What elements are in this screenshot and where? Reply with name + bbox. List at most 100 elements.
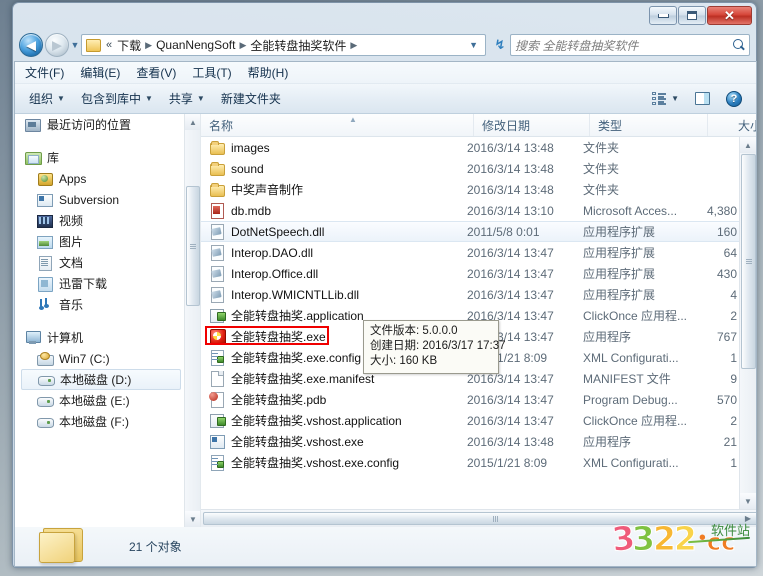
sidebar-item-11[interactable]: 本地磁盘 (D:): [21, 369, 181, 390]
sidebar-item-1[interactable]: 库: [15, 147, 185, 168]
help-button[interactable]: ?: [718, 88, 750, 110]
include-in-library-button[interactable]: 包含到库中 ▼: [73, 87, 161, 110]
minimize-button[interactable]: [649, 6, 677, 25]
column-header-name[interactable]: 名称: [201, 114, 474, 136]
table-row[interactable]: 全能转盘抽奖.vshost.application 2016/3/14 13:47…: [201, 410, 739, 431]
watermark-digit-4: 2: [673, 519, 697, 558]
menu-view[interactable]: 查看(V): [136, 64, 176, 81]
folder-icon: [209, 140, 225, 155]
explorer-window: ✕ ◀ ▶ ▼ « 下载 ▶ QuanNengSoft ▶ 全能转盘抽奖软件 ▶…: [12, 2, 757, 568]
chevron-down-icon: ▼: [57, 94, 65, 103]
sidebar-item-7[interactable]: 迅雷下载: [15, 273, 185, 294]
file-list-scroll-thumb[interactable]: [741, 154, 756, 369]
navigation-scroll-thumb[interactable]: [186, 186, 200, 306]
chevron-right-icon[interactable]: ▶: [144, 40, 153, 51]
search-box[interactable]: 搜索 全能转盘抽奖软件: [510, 34, 750, 56]
folder-icon: [209, 182, 225, 197]
table-row[interactable]: Interop.DAO.dll 2016/3/14 13:47 应用程序扩展 64: [201, 242, 739, 263]
watermark-digit-3: 2: [652, 519, 676, 558]
scroll-down-arrow-icon[interactable]: ▼: [740, 493, 756, 509]
tooltip-size: 大小: 160 KB: [370, 355, 438, 367]
file-date: 2016/3/14 13:47: [467, 392, 554, 407]
menu-edit[interactable]: 编辑(E): [80, 64, 120, 81]
table-row[interactable]: Interop.WMICNTLLib.dll 2016/3/14 13:47 应用程…: [201, 284, 739, 305]
scroll-up-arrow-icon[interactable]: ▲: [185, 114, 200, 130]
sidebar-item-13[interactable]: 本地磁盘 (F:): [15, 411, 185, 432]
scroll-down-arrow-icon[interactable]: ▼: [185, 511, 200, 527]
sidebar-item-10[interactable]: Win7 (C:): [15, 348, 185, 369]
file-name: 全能转盘抽奖.vshost.exe: [231, 435, 364, 449]
breadcrumb-item-current[interactable]: 全能转盘抽奖软件: [247, 36, 349, 55]
refresh-button[interactable]: ↯: [490, 37, 510, 53]
computer-icon: [25, 330, 41, 345]
organize-button[interactable]: 组织 ▼: [21, 87, 73, 110]
preview-pane-button[interactable]: [687, 89, 718, 108]
file-date: 2016/3/14 13:47: [467, 266, 554, 281]
music-library-icon: [37, 298, 53, 312]
navigation-scrollbar[interactable]: ▲ ▼: [184, 114, 200, 527]
sidebar-item-label: 文档: [59, 256, 84, 270]
minimize-icon: [657, 13, 669, 18]
forward-button[interactable]: ▶: [45, 33, 69, 57]
scroll-up-arrow-icon[interactable]: ▲: [740, 137, 756, 153]
chevron-right-icon[interactable]: ▶: [238, 40, 247, 51]
sort-ascending-icon: ▲: [349, 115, 357, 124]
menu-file[interactable]: 文件(F): [25, 64, 64, 81]
dll-icon: [209, 224, 225, 240]
back-button[interactable]: ◀: [19, 33, 43, 57]
view-mode-button[interactable]: ▼: [644, 89, 687, 108]
maximize-button[interactable]: [678, 6, 706, 25]
sidebar-item-label: 本地磁盘 (E:): [59, 394, 130, 408]
sidebar-item-label: Apps: [59, 171, 87, 186]
desktop-background: ✕ ◀ ▶ ▼ « 下载 ▶ QuanNengSoft ▶ 全能转盘抽奖软件 ▶…: [0, 0, 763, 576]
breadcrumb-item-downloads[interactable]: 下载: [114, 36, 144, 55]
file-type: 文件夹: [583, 162, 620, 176]
table-row[interactable]: Interop.Office.dll 2016/3/14 13:47 应用程序扩展 4…: [201, 263, 739, 284]
file-type: 应用程序扩展: [583, 225, 656, 239]
recent-places-icon: [25, 118, 41, 132]
navigation-pane: 最近访问的位置库 Apps Subversion 视频 图片文档迅雷下载 音乐计算机 Win…: [15, 114, 201, 527]
table-row[interactable]: images 2016/3/14 13:48 文件夹: [201, 137, 739, 158]
sidebar-item-5[interactable]: 图片: [15, 231, 185, 252]
file-info-tooltip: 文件版本: 5.0.0.0 创建日期: 2016/3/17 17:37 大小: …: [363, 320, 506, 374]
file-name-cell: DotNetSpeech.dll: [201, 224, 467, 240]
address-bar[interactable]: « 下载 ▶ QuanNengSoft ▶ 全能转盘抽奖软件 ▶ ▼: [81, 34, 486, 56]
new-folder-button[interactable]: 新建文件夹: [213, 87, 289, 110]
file-name-cell: 全能转盘抽奖.vshost.exe: [201, 433, 467, 450]
table-row[interactable]: 全能转盘抽奖.pdb 2016/3/14 13:47 Program Debug..…: [201, 389, 739, 410]
sidebar-item-3[interactable]: Subversion: [15, 189, 185, 210]
table-row[interactable]: 中奖声音制作 2016/3/14 13:48 文件夹: [201, 179, 739, 200]
share-button[interactable]: 共享 ▼: [161, 87, 213, 110]
table-row[interactable]: 全能转盘抽奖.vshost.exe.config 2015/1/21 8:09 XM…: [201, 452, 739, 473]
file-list-scrollbar[interactable]: ▲ ▼: [739, 137, 756, 509]
table-row[interactable]: DotNetSpeech.dll 2011/5/8 0:01 应用程序扩展 160: [201, 221, 739, 242]
menu-tools[interactable]: 工具(T): [192, 64, 231, 81]
file-date: 2016/3/14 13:47: [467, 245, 554, 260]
table-row[interactable]: sound 2016/3/14 13:48 文件夹: [201, 158, 739, 179]
breadcrumb-overflow[interactable]: «: [104, 39, 114, 51]
title-bar[interactable]: ✕: [13, 3, 758, 29]
menu-help[interactable]: 帮助(H): [248, 64, 289, 81]
sidebar-item-6[interactable]: 文档: [15, 252, 185, 273]
column-header-date[interactable]: 修改日期: [474, 114, 590, 136]
recent-pages-dropdown[interactable]: ▼: [69, 40, 81, 50]
table-row[interactable]: db.mdb 2016/3/14 13:10 Microsoft Acces... 4…: [201, 200, 739, 221]
sidebar-item-0[interactable]: 最近访问的位置: [15, 114, 185, 135]
search-icon: [732, 38, 745, 52]
search-input[interactable]: 搜索 全能转盘抽奖软件: [515, 37, 732, 54]
sidebar-item-2[interactable]: Apps: [15, 168, 185, 189]
column-header-type[interactable]: 类型: [590, 114, 708, 136]
table-row[interactable]: 全能转盘抽奖.vshost.exe 2016/3/14 13:48 应用程序 21: [201, 431, 739, 452]
chevron-right-icon[interactable]: ▶: [349, 40, 358, 51]
column-header-size[interactable]: 大小: [708, 114, 756, 136]
breadcrumb-item-quannengsoft[interactable]: QuanNengSoft: [153, 37, 238, 53]
file-name: 中奖声音制作: [231, 183, 304, 197]
address-history-caret-icon[interactable]: ▼: [466, 40, 483, 50]
file-size: 160: [716, 224, 737, 239]
close-button[interactable]: ✕: [707, 6, 752, 25]
sidebar-item-9[interactable]: 计算机: [15, 327, 185, 348]
sidebar-item-12[interactable]: 本地磁盘 (E:): [15, 390, 185, 411]
sidebar-item-8[interactable]: 音乐: [15, 294, 185, 315]
menu-bar: 文件(F) 编辑(E) 查看(V) 工具(T) 帮助(H): [15, 62, 756, 84]
sidebar-item-4[interactable]: 视频: [15, 210, 185, 231]
